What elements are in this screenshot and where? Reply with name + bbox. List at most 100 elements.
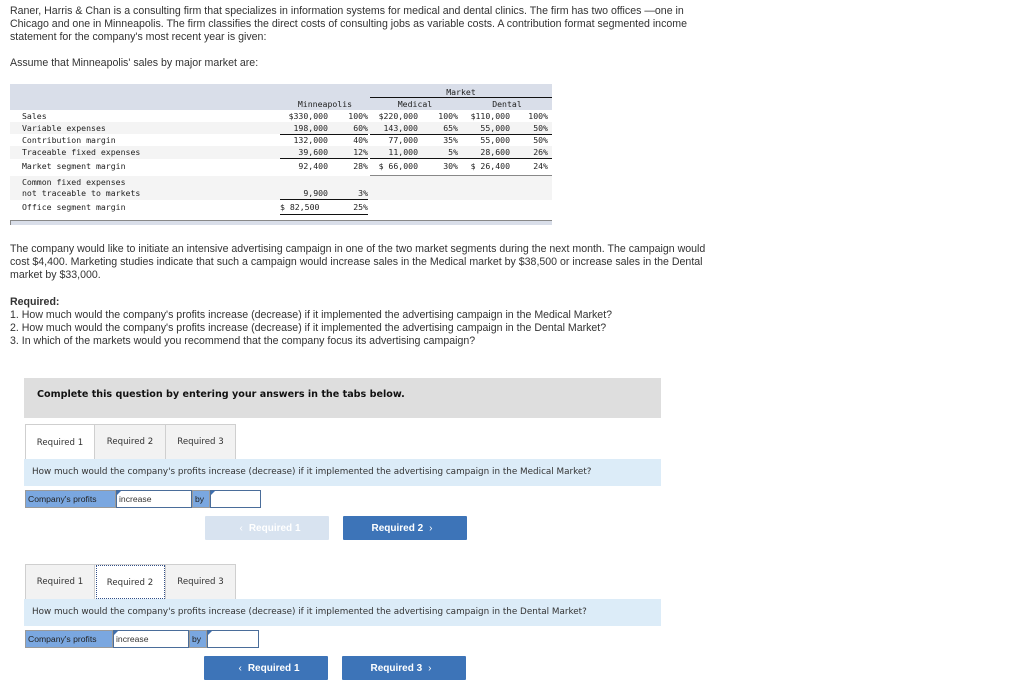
- header-dental: Dental: [492, 99, 522, 109]
- minneapolis-value: 132,000: [293, 135, 328, 145]
- row-label: Sales: [22, 111, 47, 121]
- row-label: Contribution margin: [22, 135, 116, 145]
- next-button[interactable]: Required 2 ›: [343, 516, 467, 540]
- dental-value: 28,600: [480, 147, 510, 157]
- next-button-label: Required 2: [371, 522, 424, 534]
- dental-value: $110,000: [470, 111, 510, 121]
- row-label: Common fixed expenses: [22, 177, 126, 187]
- dropdown-corner-icon: [114, 631, 118, 635]
- question-bar: How much would the company's profits inc…: [24, 599, 661, 626]
- instruction-box: Complete this question by entering your …: [24, 378, 661, 418]
- medical-value: 143,000: [383, 123, 418, 133]
- medical-pct: 65%: [443, 123, 458, 133]
- next-button[interactable]: Required 3 ›: [342, 656, 466, 680]
- assume-text: Assume that Minneapolis' sales by major …: [10, 57, 259, 69]
- select-value: increase: [116, 634, 149, 644]
- medical-pct: 5%: [448, 147, 458, 157]
- header-medical: Medical: [397, 99, 433, 109]
- problem-intro: Raner, Harris & Chan is a consulting fir…: [10, 5, 722, 70]
- row-label: Office segment margin: [22, 202, 126, 212]
- row-label-continued: not traceable to markets: [22, 188, 141, 198]
- intro-paragraph: Raner, Harris & Chan is a consulting fir…: [10, 5, 687, 43]
- dropdown-corner-icon: [117, 491, 121, 495]
- medical-value: 11,000: [388, 147, 418, 157]
- prev-button[interactable]: ‹ Required 1: [205, 516, 329, 540]
- campaign-paragraph: The company would like to initiate an in…: [10, 243, 706, 281]
- tab-required-3[interactable]: Required 3: [166, 564, 236, 600]
- row-label: Traceable fixed expenses: [22, 147, 141, 157]
- minneapolis-pct: 12%: [353, 147, 368, 157]
- answer-row: Company's profits increase by: [25, 490, 261, 508]
- medical-pct: 30%: [443, 161, 458, 171]
- chevron-left-icon: ‹: [239, 522, 243, 534]
- medical-value: $ 66,000: [378, 161, 418, 171]
- tab-required-1[interactable]: Required 1: [25, 424, 95, 460]
- dental-pct: 100%: [528, 111, 548, 121]
- tab-required-2[interactable]: Required 2: [95, 424, 166, 460]
- minneapolis-pct: 3%: [358, 188, 368, 198]
- medical-pct: 100%: [438, 111, 458, 121]
- input-corner-icon: [211, 491, 215, 495]
- header-minneapolis: Minneapolis: [297, 99, 353, 109]
- tab-required-2[interactable]: Required 2: [95, 564, 166, 600]
- prev-button-label: Required 1: [248, 522, 301, 534]
- subtotal-rule: [280, 199, 368, 200]
- dental-pct: 24%: [533, 161, 548, 171]
- increase-decrease-select[interactable]: increase: [116, 490, 192, 508]
- row-label: Variable expenses: [22, 123, 106, 133]
- table-footer-band: [10, 220, 552, 225]
- dental-value: $ 26,400: [470, 161, 510, 171]
- next-button-label: Required 3: [370, 662, 423, 674]
- subtotal-rule: [370, 158, 552, 159]
- minneapolis-pct: 100%: [348, 111, 368, 121]
- tab-bar: Required 1 Required 2 Required 3: [25, 424, 236, 460]
- minneapolis-pct: 40%: [353, 135, 368, 145]
- chevron-right-icon: ›: [429, 522, 433, 534]
- minneapolis-value: $ 82,500: [280, 202, 320, 212]
- medical-value: 77,000: [388, 135, 418, 145]
- tab-required-3[interactable]: Required 3: [166, 424, 236, 460]
- tab-required-1[interactable]: Required 1: [25, 564, 95, 600]
- minneapolis-value: 92,400: [298, 161, 328, 171]
- required-item: 2. How much would the company's profits …: [10, 322, 607, 334]
- total-rule: [280, 214, 368, 215]
- minneapolis-pct: 28%: [353, 161, 368, 171]
- chevron-right-icon: ›: [428, 662, 432, 674]
- question-bar: How much would the company's profits inc…: [24, 459, 661, 486]
- profits-label: Company's profits: [25, 490, 116, 508]
- by-label: by: [192, 490, 210, 508]
- dental-value: 55,000: [480, 123, 510, 133]
- minneapolis-pct: 25%: [353, 202, 368, 212]
- subtotal-rule: [280, 158, 368, 159]
- prev-button-label: Required 1: [247, 662, 300, 674]
- input-corner-icon: [208, 631, 212, 635]
- tab-bar: Required 1 Required 2 Required 3: [25, 564, 236, 600]
- amount-input[interactable]: [210, 490, 261, 508]
- market-header-rule: [370, 97, 552, 98]
- dental-pct: 50%: [533, 135, 548, 145]
- campaign-section: The company would like to initiate an in…: [10, 243, 722, 282]
- market-total-rule: [370, 175, 552, 176]
- required-heading: Required:: [10, 296, 60, 308]
- header-market: Market: [446, 87, 476, 97]
- minneapolis-pct: 60%: [353, 123, 368, 133]
- medical-pct: 35%: [443, 135, 458, 145]
- segmented-income-statement: Market Minneapolis Medical Dental Sales …: [10, 84, 552, 225]
- required-item: 1. How much would the company's profits …: [10, 309, 613, 321]
- profits-label: Company's profits: [25, 630, 113, 648]
- increase-decrease-select[interactable]: increase: [113, 630, 189, 648]
- chevron-left-icon: ‹: [238, 662, 242, 674]
- required-item: 3. In which of the markets would you rec…: [10, 335, 476, 347]
- row-label: Market segment margin: [22, 161, 126, 171]
- minneapolis-value: 39,600: [298, 147, 328, 157]
- amount-input[interactable]: [207, 630, 259, 648]
- medical-value: $220,000: [378, 111, 418, 121]
- prev-button[interactable]: ‹ Required 1: [204, 656, 328, 680]
- dental-pct: 50%: [533, 123, 548, 133]
- minneapolis-value: $330,000: [288, 111, 328, 121]
- dental-pct: 26%: [533, 147, 548, 157]
- minneapolis-value: 198,000: [293, 123, 328, 133]
- select-value: increase: [119, 494, 152, 504]
- required-section: Required: 1. How much would the company'…: [10, 296, 722, 348]
- by-label: by: [189, 630, 207, 648]
